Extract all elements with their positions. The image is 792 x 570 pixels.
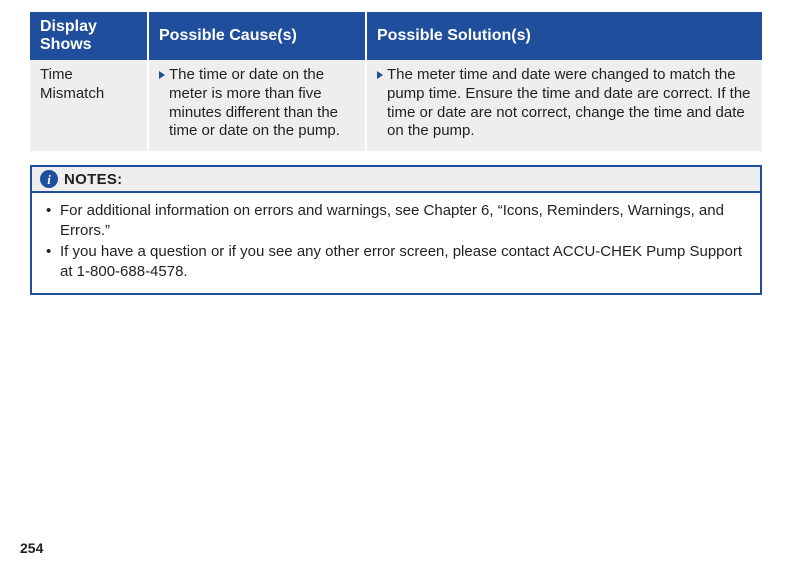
header-display-shows: Display Shows <box>30 12 148 60</box>
note-text: If you have a question or if you see any… <box>60 242 748 281</box>
bullet-icon: • <box>46 201 60 240</box>
notes-body: • For additional information on errors a… <box>32 193 760 293</box>
cause-text: The time or date on the meter is more th… <box>169 66 357 141</box>
table-row: Time Mismatch The time or date on the me… <box>30 60 762 151</box>
troubleshooting-table: Display Shows Possible Cause(s) Possible… <box>30 12 762 151</box>
header-possible-solution: Possible Solution(s) <box>366 12 762 60</box>
triangle-bullet-icon <box>159 71 165 79</box>
table-header-row: Display Shows Possible Cause(s) Possible… <box>30 12 762 60</box>
triangle-bullet-icon <box>377 71 383 79</box>
cell-possible-solution: The meter time and date were changed to … <box>366 60 762 151</box>
notes-header: i NOTES: <box>32 167 760 193</box>
page-number: 254 <box>20 540 43 556</box>
note-text: For additional information on errors and… <box>60 201 748 240</box>
bullet-icon: • <box>46 242 60 281</box>
list-item: • For additional information on errors a… <box>46 201 748 240</box>
cell-possible-cause: The time or date on the meter is more th… <box>148 60 366 151</box>
list-item: • If you have a question or if you see a… <box>46 242 748 281</box>
info-icon: i <box>40 170 58 188</box>
solution-text: The meter time and date were changed to … <box>387 66 754 141</box>
cell-display-shows: Time Mismatch <box>30 60 148 151</box>
notes-label: NOTES: <box>64 171 122 188</box>
notes-box: i NOTES: • For additional information on… <box>30 165 762 295</box>
header-possible-cause: Possible Cause(s) <box>148 12 366 60</box>
